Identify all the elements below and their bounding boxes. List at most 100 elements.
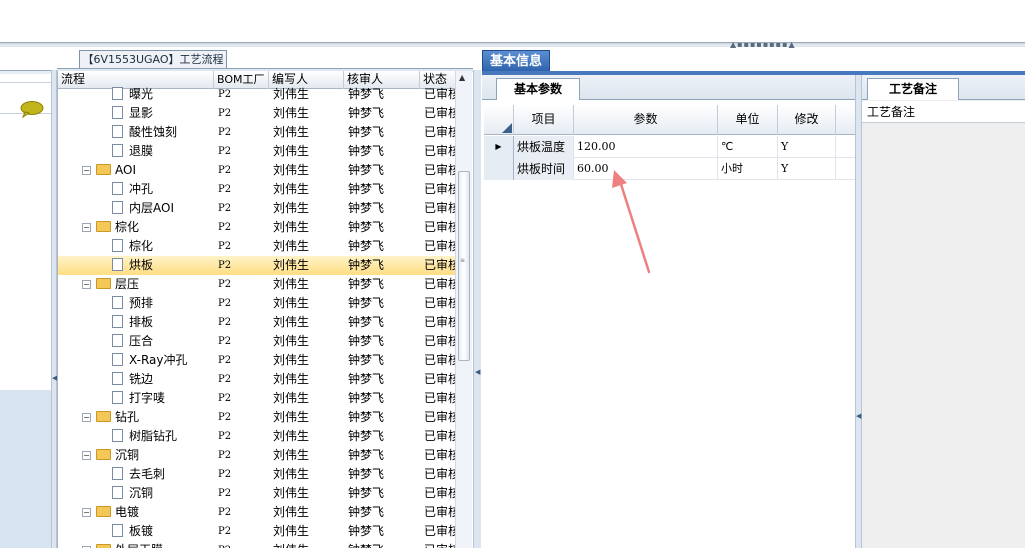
author-cell[interactable]: 刘伟生 — [273, 123, 344, 142]
tree-row[interactable]: − AOI P2刘伟生钟梦飞已审核 — [58, 161, 455, 180]
author-cell[interactable]: 刘伟生 — [273, 199, 344, 218]
reviewer-cell[interactable]: 钟梦飞 — [348, 85, 420, 104]
reviewer-cell[interactable]: 钟梦飞 — [348, 465, 420, 484]
tree-row[interactable]: 压合 P2刘伟生钟梦飞已审核 — [58, 332, 455, 351]
tree-row[interactable]: 退膜 P2刘伟生钟梦飞已审核 — [58, 142, 455, 161]
reviewer-cell[interactable]: 钟梦飞 — [348, 370, 420, 389]
tree-row[interactable]: 预排 P2刘伟生钟梦飞已审核 — [58, 294, 455, 313]
column-header-modify[interactable]: 修改 — [778, 105, 836, 135]
reviewer-cell[interactable]: 钟梦飞 — [348, 294, 420, 313]
process-name-cell[interactable]: 压合 — [112, 332, 214, 351]
status-cell[interactable]: 已审核 — [424, 522, 455, 541]
author-cell[interactable]: 刘伟生 — [273, 351, 344, 370]
tree-row[interactable]: 板镀 P2刘伟生钟梦飞已审核 — [58, 522, 455, 541]
scroll-up-icon[interactable]: ▲ — [459, 73, 465, 82]
status-cell[interactable]: 已审核 — [424, 256, 455, 275]
author-cell[interactable]: 刘伟生 — [273, 237, 344, 256]
column-header-unit[interactable]: 单位 — [718, 105, 778, 135]
collapse-node-icon[interactable]: − — [82, 451, 91, 460]
author-cell[interactable]: 刘伟生 — [273, 85, 344, 104]
author-cell[interactable]: 刘伟生 — [273, 389, 344, 408]
reviewer-cell[interactable]: 钟梦飞 — [348, 446, 420, 465]
author-cell[interactable]: 刘伟生 — [273, 313, 344, 332]
middle-splitter[interactable]: ◀ — [473, 70, 481, 548]
status-cell[interactable]: 已审核 — [424, 465, 455, 484]
author-cell[interactable]: 刘伟生 — [273, 541, 344, 548]
param-modify[interactable]: Y — [778, 158, 836, 180]
status-cell[interactable]: 已审核 — [424, 142, 455, 161]
bom-cell[interactable]: P2 — [218, 465, 269, 484]
tree-row[interactable]: − 电镀 P2刘伟生钟梦飞已审核 — [58, 503, 455, 522]
reviewer-cell[interactable]: 钟梦飞 — [348, 484, 420, 503]
bom-cell[interactable]: P2 — [218, 351, 269, 370]
reviewer-cell[interactable]: 钟梦飞 — [348, 313, 420, 332]
tab-basic-params[interactable]: 基本参数 — [496, 78, 580, 100]
process-name-cell[interactable]: 棕化 — [112, 237, 214, 256]
tree-row[interactable]: − 棕化 P2刘伟生钟梦飞已审核 — [58, 218, 455, 237]
reviewer-cell[interactable]: 钟梦飞 — [348, 199, 420, 218]
status-cell[interactable]: 已审核 — [424, 389, 455, 408]
process-name-cell[interactable]: 打字唛 — [112, 389, 214, 408]
params-grid[interactable]: 项目 参数 单位 修改 ▶ 烘板温度 120.00 ℃ Y 烘板时间 60.00… — [484, 105, 856, 547]
status-cell[interactable]: 已审核 — [424, 199, 455, 218]
tree-row[interactable]: − 沉铜 P2刘伟生钟梦飞已审核 — [58, 446, 455, 465]
bom-cell[interactable]: P2 — [218, 256, 269, 275]
param-item[interactable]: 烘板温度 — [514, 136, 574, 158]
author-cell[interactable]: 刘伟生 — [273, 522, 344, 541]
status-cell[interactable]: 已审核 — [424, 218, 455, 237]
process-tree-grid[interactable]: 流程 BOM工厂 编写人 核审人 状态 曝光P2刘伟生钟梦飞已审核显影P2刘伟生… — [57, 71, 455, 548]
bom-cell[interactable]: P2 — [218, 332, 269, 351]
author-cell[interactable]: 刘伟生 — [273, 484, 344, 503]
tree-row[interactable]: 排板 P2刘伟生钟梦飞已审核 — [58, 313, 455, 332]
reviewer-cell[interactable]: 钟梦飞 — [348, 427, 420, 446]
tree-row[interactable]: 去毛刺 P2刘伟生钟梦飞已审核 — [58, 465, 455, 484]
tab-process-notes[interactable]: 工艺备注 — [867, 78, 959, 100]
status-cell[interactable]: 已审核 — [424, 408, 455, 427]
reviewer-cell[interactable]: 钟梦飞 — [348, 256, 420, 275]
tree-row[interactable]: 内层AOI P2刘伟生钟梦飞已审核 — [58, 199, 455, 218]
reviewer-cell[interactable]: 钟梦飞 — [348, 142, 420, 161]
param-modify[interactable]: Y — [778, 136, 836, 158]
collapse-node-icon[interactable]: − — [82, 223, 91, 232]
author-cell[interactable]: 刘伟生 — [273, 161, 344, 180]
status-cell[interactable]: 已审核 — [424, 123, 455, 142]
tree-row[interactable]: 冲孔 P2刘伟生钟梦飞已审核 — [58, 180, 455, 199]
bom-cell[interactable]: P2 — [218, 275, 269, 294]
process-name-cell[interactable]: 层压 — [96, 275, 214, 294]
reviewer-cell[interactable]: 钟梦飞 — [348, 503, 420, 522]
process-name-cell[interactable]: 显影 — [112, 104, 214, 123]
author-cell[interactable]: 刘伟生 — [273, 465, 344, 484]
scroll-thumb[interactable] — [458, 171, 470, 361]
tree-row[interactable]: 铣边 P2刘伟生钟梦飞已审核 — [58, 370, 455, 389]
process-name-cell[interactable]: 钻孔 — [96, 408, 214, 427]
collapse-arrow-icon[interactable]: ◀ — [856, 412, 861, 420]
column-header-value[interactable]: 参数 — [574, 105, 718, 135]
author-cell[interactable]: 刘伟生 — [273, 256, 344, 275]
bom-cell[interactable]: P2 — [218, 446, 269, 465]
status-cell[interactable]: 已审核 — [424, 104, 455, 123]
bom-cell[interactable]: P2 — [218, 123, 269, 142]
bom-cell[interactable]: P2 — [218, 503, 269, 522]
param-unit[interactable]: ℃ — [718, 136, 778, 158]
bom-cell[interactable]: P2 — [218, 389, 269, 408]
tree-row[interactable]: 曝光 P2刘伟生钟梦飞已审核 — [58, 85, 455, 104]
process-name-cell[interactable]: 退膜 — [112, 142, 214, 161]
bom-cell[interactable]: P2 — [218, 541, 269, 548]
reviewer-cell[interactable]: 钟梦飞 — [348, 123, 420, 142]
author-cell[interactable]: 刘伟生 — [273, 408, 344, 427]
bom-cell[interactable]: P2 — [218, 161, 269, 180]
collapse-arrow-icon[interactable]: ◀ — [475, 368, 480, 376]
author-cell[interactable]: 刘伟生 — [273, 142, 344, 161]
tree-row[interactable]: 沉铜 P2刘伟生钟梦飞已审核 — [58, 484, 455, 503]
reviewer-cell[interactable]: 钟梦飞 — [348, 275, 420, 294]
param-item[interactable]: 烘板时间 — [514, 158, 574, 180]
process-name-cell[interactable]: 铣边 — [112, 370, 214, 389]
bom-cell[interactable]: P2 — [218, 180, 269, 199]
status-cell[interactable]: 已审核 — [424, 446, 455, 465]
process-name-cell[interactable]: 排板 — [112, 313, 214, 332]
tab-basic-info[interactable]: 基本信息 — [482, 50, 550, 72]
select-all-corner[interactable] — [484, 105, 514, 135]
status-cell[interactable]: 已审核 — [424, 294, 455, 313]
bom-cell[interactable]: P2 — [218, 294, 269, 313]
bom-cell[interactable]: P2 — [218, 199, 269, 218]
